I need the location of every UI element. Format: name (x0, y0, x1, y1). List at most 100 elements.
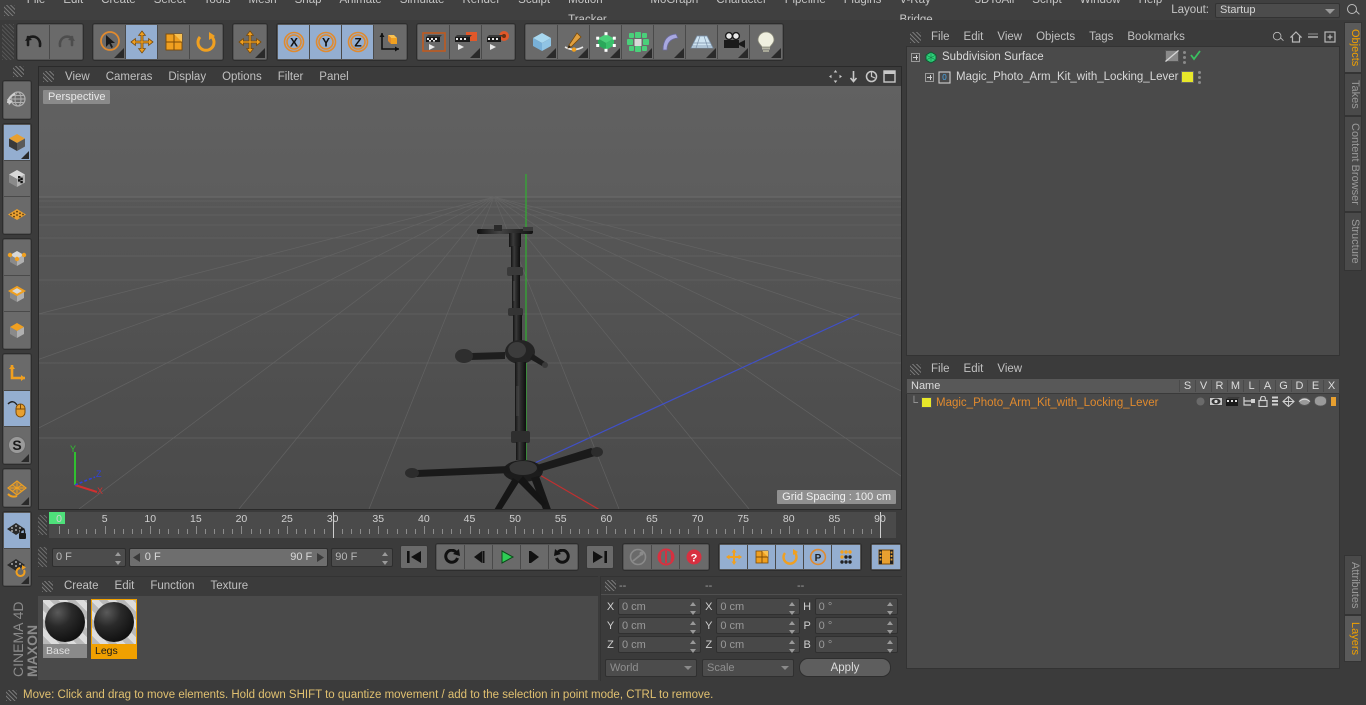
spinner-icon[interactable] (690, 640, 697, 653)
layout-dropdown[interactable]: Startup (1215, 2, 1340, 18)
object-menu-view[interactable]: View (990, 31, 1029, 43)
enable-axis-icon[interactable] (4, 197, 30, 233)
axis-y-icon[interactable]: Y (310, 25, 342, 59)
layer-menu-file[interactable]: File (924, 363, 957, 375)
render-settings-icon[interactable] (482, 25, 514, 59)
object-tree-row[interactable]: Subdivision Surface (907, 47, 1339, 67)
layer-menu-edit[interactable]: Edit (957, 363, 991, 375)
previous-key-icon[interactable] (437, 545, 466, 569)
expand-collapse-icon[interactable] (911, 52, 920, 62)
spinner-icon[interactable] (382, 551, 389, 565)
live-selection-icon[interactable] (94, 25, 126, 59)
expand-collapse-icon[interactable] (925, 72, 934, 82)
layer-column-header[interactable]: G (1275, 380, 1291, 392)
pan-view-icon[interactable] (829, 70, 842, 83)
play-icon[interactable] (493, 545, 522, 569)
redo-icon[interactable] (50, 25, 82, 59)
coordinate-mode-dropdown[interactable]: Scale (702, 658, 794, 677)
layer-column-header[interactable]: V (1195, 380, 1211, 392)
viewport-menu-view[interactable]: View (57, 71, 98, 83)
world-coordinate-icon[interactable] (374, 25, 406, 59)
range-left-arrow-icon[interactable] (132, 552, 142, 562)
null-object-icon[interactable]: 0 (938, 70, 952, 84)
scale-icon[interactable] (158, 25, 190, 59)
polygon-mode-icon[interactable] (4, 312, 30, 348)
viewport-3d-canvas[interactable]: Perspective Grid Spacing : 100 cm Y X Z (39, 86, 901, 509)
make-editable-cube-icon[interactable] (4, 125, 30, 161)
layer-column-header[interactable]: S (1179, 380, 1195, 392)
layer-column-header[interactable]: L (1243, 380, 1259, 392)
zoom-view-icon[interactable] (847, 70, 860, 83)
layer-column-header[interactable]: R (1211, 380, 1227, 392)
visibility-check-icon[interactable] (1190, 50, 1201, 64)
coordinate-size-input[interactable]: 0 cm (716, 598, 800, 615)
maximize-view-icon[interactable] (883, 70, 896, 83)
tab-attributes[interactable]: Attributes (1344, 554, 1362, 615)
home-icon[interactable] (1290, 31, 1302, 43)
spinner-icon[interactable] (788, 621, 796, 634)
mouse-tweak-icon[interactable] (4, 391, 30, 427)
timeline-ruler[interactable]: 051015202530354045505560657075808590 (49, 512, 896, 538)
lock-toggle-icon[interactable] (1258, 395, 1268, 410)
layer-column-header[interactable]: Name (907, 380, 1179, 392)
tab-objects[interactable]: Objects (1344, 22, 1362, 74)
axis-z-icon[interactable]: Z (342, 25, 374, 59)
viewport-menu-filter[interactable]: Filter (270, 71, 312, 83)
coordinate-position-input[interactable]: 0 cm (618, 598, 702, 615)
expression-toggle-icon[interactable] (1314, 395, 1327, 410)
coordinate-rotation-input[interactable]: 0 ° (814, 617, 898, 634)
material-menu-texture[interactable]: Texture (202, 580, 256, 592)
snap-s-icon[interactable]: S (4, 427, 30, 463)
material-swatch[interactable]: Legs (91, 599, 137, 659)
material-menu-edit[interactable]: Edit (107, 580, 143, 592)
rotation-key-icon[interactable] (776, 545, 805, 569)
viewport-menu-display[interactable]: Display (160, 71, 214, 83)
tab-takes[interactable]: Takes (1344, 73, 1362, 117)
timeline-icon[interactable] (872, 545, 901, 569)
render-view-icon[interactable] (418, 25, 450, 59)
generator-icon[interactable] (590, 25, 622, 59)
render-to-picture-viewer-icon[interactable] (450, 25, 482, 59)
go-to-end-icon[interactable] (586, 545, 615, 569)
keyframe-selection-icon[interactable]: ? (680, 545, 709, 569)
texture-axis-icon[interactable] (4, 161, 30, 197)
record-active-objects-icon[interactable] (624, 545, 653, 569)
position-key-icon[interactable] (720, 545, 749, 569)
object-menu-edit[interactable]: Edit (957, 31, 991, 43)
spinner-icon[interactable] (886, 621, 894, 634)
deformer-icon[interactable] (622, 25, 654, 59)
bend-icon[interactable] (654, 25, 686, 59)
coordinate-position-input[interactable]: 0 cm (618, 617, 702, 634)
animation-toggle-icon[interactable] (1271, 396, 1279, 410)
object-tree-row[interactable]: 0 Magic_Photo_Arm_Kit_with_Locking_Lever (907, 67, 1339, 87)
autokeying-icon[interactable] (652, 545, 681, 569)
coordinate-system-dropdown[interactable]: World (605, 658, 697, 677)
step-forward-icon[interactable] (521, 545, 550, 569)
render-toggle-icon[interactable] (1226, 396, 1240, 410)
coordinate-rotation-input[interactable]: 0 ° (814, 598, 898, 615)
layer-column-header[interactable]: A (1259, 380, 1275, 392)
spinner-icon[interactable] (690, 602, 697, 615)
layer-color-swatch[interactable] (921, 397, 932, 408)
material-menu-create[interactable]: Create (56, 580, 107, 592)
coordinate-position-input[interactable]: 0 cm (618, 636, 702, 653)
spinner-icon[interactable] (788, 640, 796, 653)
tab-content-browser[interactable]: Content Browser (1344, 116, 1362, 212)
material-swatch[interactable]: Base (43, 600, 87, 658)
solo-toggle-icon[interactable] (1195, 396, 1206, 410)
xref-toggle-icon[interactable] (1330, 396, 1337, 410)
layer-menu-view[interactable]: View (990, 363, 1029, 375)
object-menu-objects[interactable]: Objects (1029, 31, 1082, 43)
move-icon[interactable] (234, 25, 266, 59)
next-key-icon[interactable] (549, 545, 578, 569)
spinner-icon[interactable] (886, 602, 894, 615)
spinner-icon[interactable] (788, 602, 796, 615)
spinner-icon[interactable] (114, 551, 122, 565)
layer-color-tag-icon[interactable] (1181, 71, 1194, 83)
coordinate-size-input[interactable]: 0 cm (716, 617, 800, 634)
layer-column-header[interactable]: E (1307, 380, 1323, 392)
object-menu-tags[interactable]: Tags (1082, 31, 1120, 43)
expand-icon[interactable] (1324, 31, 1336, 43)
collapse-icon[interactable] (1307, 31, 1319, 43)
point-mode-icon[interactable] (4, 240, 30, 276)
